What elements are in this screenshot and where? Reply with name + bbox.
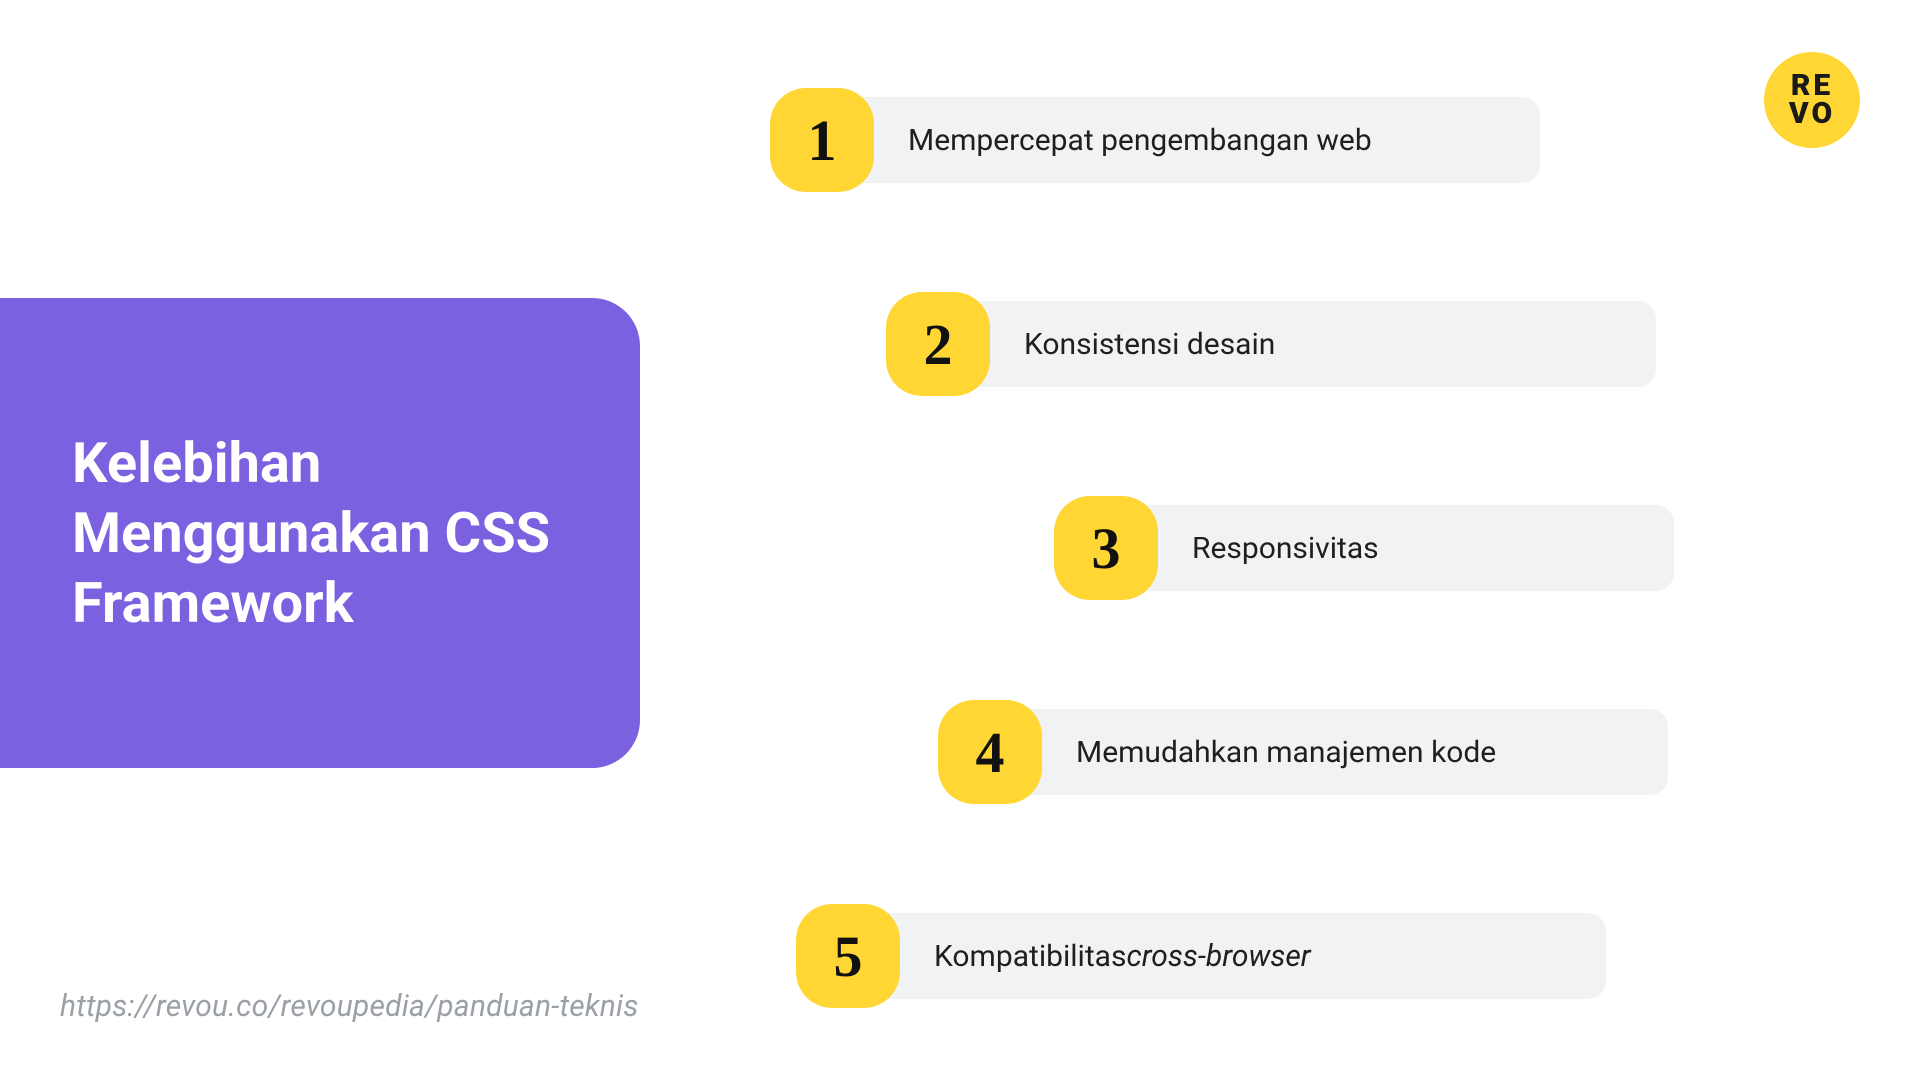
- number-badge: 3: [1054, 496, 1158, 600]
- number-badge: 2: [886, 292, 990, 396]
- item-label: Mempercepat pengembangan web: [820, 97, 1540, 183]
- source-url: https://revou.co/revoupedia/panduan-tekn…: [60, 989, 639, 1024]
- number-badge: 5: [796, 904, 900, 1008]
- title-card: Kelebihan Menggunakan CSS Framework: [0, 298, 640, 768]
- list-item: 1Mempercepat pengembangan web: [770, 88, 1540, 192]
- number-badge: 4: [938, 700, 1042, 804]
- item-label: Konsistensi desain: [936, 301, 1656, 387]
- brand-logo: RE VO: [1764, 52, 1860, 148]
- list-item: 3Responsivitas: [1054, 496, 1674, 600]
- page-title: Kelebihan Menggunakan CSS Framework: [0, 428, 640, 638]
- number-badge: 1: [770, 88, 874, 192]
- item-label: Responsivitas: [1104, 505, 1674, 591]
- list-item: 2Konsistensi desain: [886, 292, 1656, 396]
- item-label: Kompatibilitas cross-browser: [846, 913, 1606, 999]
- list-item: 4Memudahkan manajemen kode: [938, 700, 1668, 804]
- list-item: 5Kompatibilitas cross-browser: [796, 904, 1606, 1008]
- logo-line-2: VO: [1789, 100, 1835, 129]
- item-label: Memudahkan manajemen kode: [988, 709, 1668, 795]
